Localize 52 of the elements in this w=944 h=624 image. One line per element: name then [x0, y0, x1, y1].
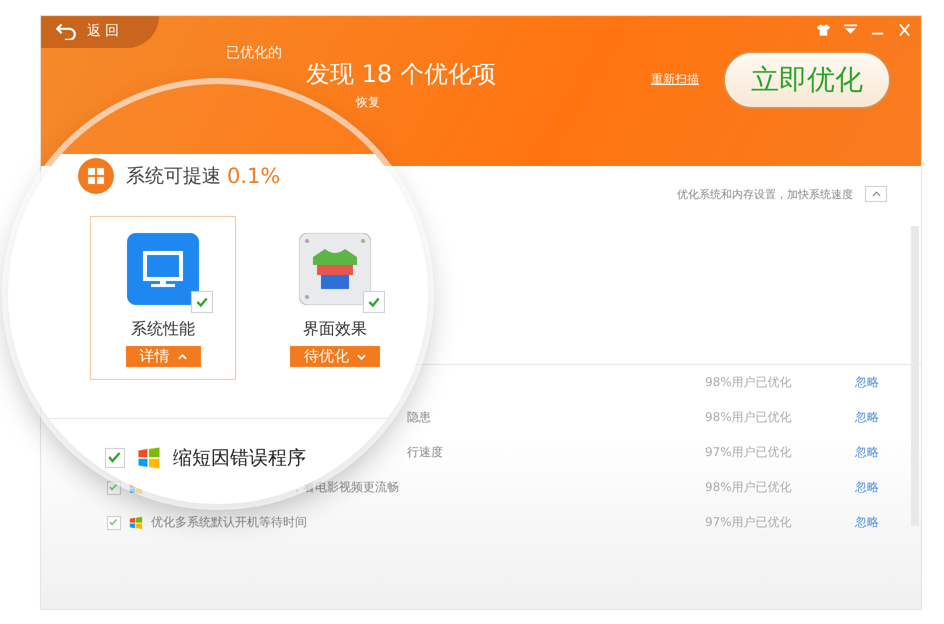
optimized-label: 已优化的	[226, 44, 283, 62]
windows-logo-icon	[137, 446, 161, 470]
rescan-link[interactable]: 重新扫描	[651, 71, 699, 88]
optimized-percent: 98%用户已优化	[705, 374, 793, 391]
category-name: 系统性能	[131, 319, 195, 340]
check-icon	[106, 449, 122, 465]
optimized-percent: 97%用户已优化	[705, 444, 793, 461]
restore-text: 恢复	[356, 94, 381, 111]
shirt-icon[interactable]	[817, 24, 830, 36]
item-description: 隐患	[407, 409, 431, 426]
found-count-text: 发现 18 个优化项	[306, 59, 497, 90]
item-description: 优化多系统默认开机等待时间	[151, 514, 307, 531]
shirt-icon	[299, 233, 371, 305]
windows-logo-icon	[129, 516, 143, 530]
menu-icon[interactable]	[844, 24, 857, 36]
details-button[interactable]: 详情	[126, 346, 200, 367]
speedup-value: 0.1%	[227, 164, 280, 188]
monitor-icon	[127, 233, 199, 305]
ignore-link[interactable]: 忽略	[855, 374, 879, 391]
checkbox[interactable]	[107, 516, 121, 530]
back-arrow-icon	[55, 22, 77, 40]
check-icon	[367, 295, 381, 309]
check-icon	[108, 482, 118, 492]
scrollbar[interactable]	[911, 226, 919, 526]
optimized-percent: 97%用户已优化	[705, 514, 793, 531]
ignore-link[interactable]: 忽略	[855, 479, 879, 496]
item-description: 行速度	[407, 444, 443, 461]
caret-icon	[872, 191, 880, 197]
caret-icon	[178, 354, 186, 360]
close-icon[interactable]	[898, 24, 911, 36]
back-button[interactable]: 返回	[41, 16, 159, 48]
optimized-percent: 98%用户已优化	[705, 409, 793, 426]
caret-icon	[357, 354, 366, 360]
category-card[interactable]: 系统性能 详情	[90, 216, 236, 380]
optimize-button[interactable]: 立即优化	[723, 50, 891, 108]
collapse-button[interactable]	[865, 186, 887, 202]
speedup-label: 系统可提速	[126, 164, 221, 189]
checkbox[interactable]	[191, 291, 213, 313]
check-icon	[195, 295, 209, 309]
checkbox[interactable]	[107, 480, 121, 494]
optimized-percent: 98%用户已优化	[705, 479, 793, 496]
ignore-link[interactable]: 忽略	[855, 409, 879, 426]
ignore-link[interactable]: 忽略	[855, 444, 879, 461]
ignore-link[interactable]: 忽略	[855, 514, 879, 531]
check-icon	[108, 516, 118, 526]
item-description: 缩短因错误程序	[173, 446, 306, 471]
checkbox[interactable]	[105, 448, 125, 468]
details-button[interactable]: 待优化	[290, 346, 380, 367]
section-description: 优化系统和内存设置，加快系统速度	[677, 186, 853, 202]
category-name: 界面效果	[303, 319, 367, 340]
windows-logo-icon	[78, 158, 114, 194]
checkbox[interactable]	[363, 291, 385, 313]
